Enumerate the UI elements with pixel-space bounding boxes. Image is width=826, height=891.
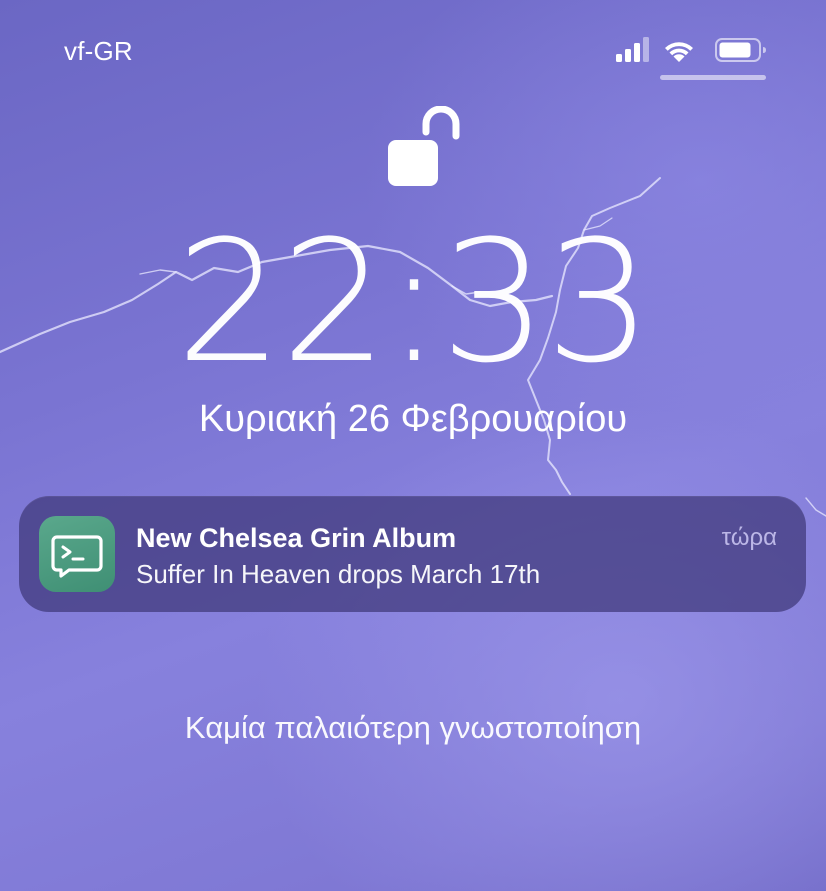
notification-card[interactable]: New Chelsea Grin Album Suffer In Heaven … <box>19 496 806 612</box>
status-icons <box>616 37 766 62</box>
terminal-prompt-icon <box>39 516 115 592</box>
wifi-icon <box>665 42 693 62</box>
unlocked-padlock-icon <box>388 106 460 186</box>
notification-title: New Chelsea Grin Album <box>136 523 457 553</box>
control-center-indicator[interactable] <box>660 75 766 80</box>
notification-timestamp: τώρα <box>721 524 777 551</box>
battery-icon <box>715 38 766 62</box>
lock-screen-clock: 22:33 <box>175 204 652 400</box>
lock-screen-date: Κυριακή 26 Φεβρουαρίου <box>198 398 628 440</box>
cellular-signal-icon <box>616 37 649 62</box>
no-older-notifications-label: Καμία παλαιότερη γνωστοποίηση <box>184 710 642 745</box>
notification-body: Suffer In Heaven drops March 17th <box>136 559 541 589</box>
carrier-name: vf-GR <box>64 36 133 66</box>
